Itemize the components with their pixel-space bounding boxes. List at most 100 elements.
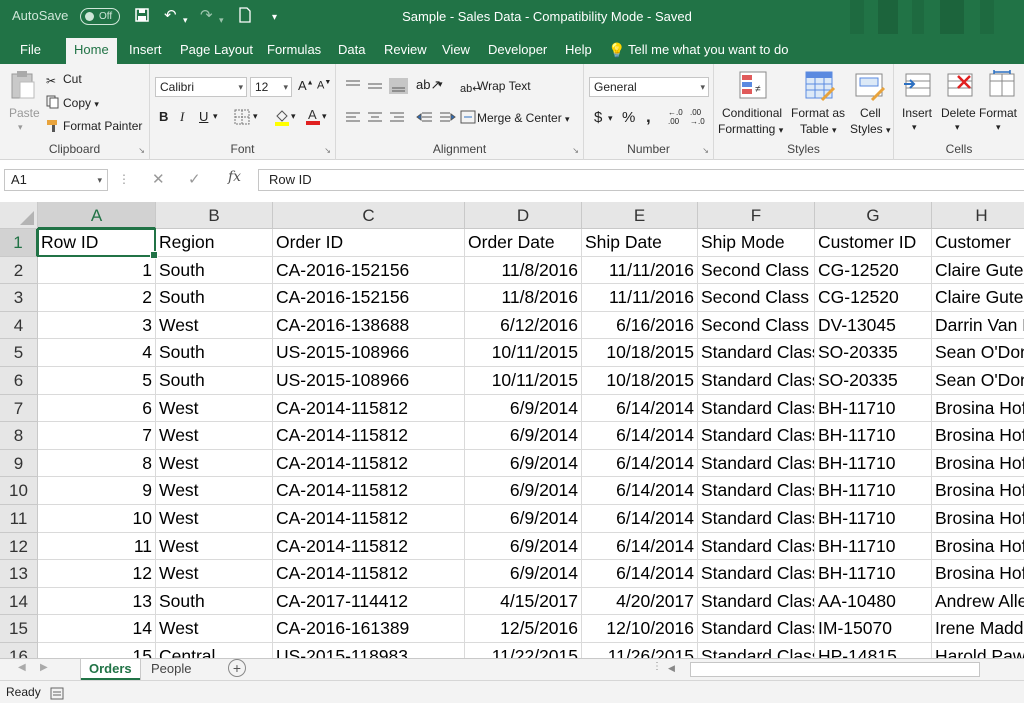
table-cell[interactable]: 10/18/2015 (582, 339, 698, 367)
header-cell[interactable]: Row ID (38, 229, 156, 257)
macro-record-icon[interactable] (50, 685, 64, 707)
table-cell[interactable]: 10/11/2015 (465, 339, 582, 367)
header-cell[interactable]: Customer (932, 229, 1024, 257)
table-cell[interactable]: BH-11710 (815, 532, 932, 561)
tab-help[interactable]: Help (565, 42, 592, 57)
table-cell[interactable]: 4/20/2017 (582, 587, 698, 616)
table-cell[interactable]: CA-2014-115812 (273, 477, 465, 505)
table-cell[interactable]: 6/9/2014 (465, 449, 582, 478)
table-cell[interactable]: 10/11/2015 (465, 367, 582, 395)
row-header[interactable]: 12 (0, 532, 38, 561)
table-cell[interactable]: SO-20335 (815, 367, 932, 395)
table-cell[interactable]: 6/9/2014 (465, 477, 582, 505)
name-box[interactable]: A1 (4, 169, 108, 191)
column-header-c[interactable]: C (273, 202, 465, 229)
format-cells-label[interactable]: Format (979, 106, 1017, 120)
decrease-font-icon[interactable]: A▼ (317, 79, 331, 92)
insert-dropdown-icon[interactable]: ▾ (912, 122, 917, 133)
tab-data[interactable]: Data (338, 42, 365, 57)
table-cell[interactable]: 6 (38, 394, 156, 423)
table-cell[interactable]: Standard Class (698, 587, 815, 616)
table-cell[interactable]: 12 (38, 560, 156, 588)
table-cell[interactable]: West (156, 449, 273, 478)
horizontal-scrollbar[interactable] (690, 662, 980, 677)
table-cell[interactable]: Sean O'Donnell (932, 367, 1024, 395)
scroll-left-icon[interactable]: ◀ (18, 662, 26, 673)
table-cell[interactable]: HP-14815 (815, 643, 932, 658)
table-cell[interactable]: Standard Class (698, 394, 815, 423)
table-cell[interactable]: West (156, 394, 273, 423)
enter-icon[interactable]: ✓ (188, 170, 201, 188)
row-header[interactable]: 15 (0, 615, 38, 643)
header-cell[interactable]: Region (156, 229, 273, 257)
table-cell[interactable]: 5 (38, 367, 156, 395)
header-cell[interactable]: Customer ID (815, 229, 932, 257)
font-name-select[interactable]: Calibri (155, 77, 247, 97)
percent-button[interactable]: % (622, 109, 635, 126)
fill-color-icon[interactable] (274, 108, 290, 129)
merge-dropdown-icon[interactable]: ▾ (565, 114, 570, 124)
cut-button[interactable]: ✂ Cut (46, 72, 82, 88)
currency-button[interactable]: $ (594, 109, 602, 126)
paste-label[interactable]: Paste (9, 106, 40, 120)
table-cell[interactable]: Brosina Hoffman (932, 395, 1024, 423)
table-cell[interactable]: BH-11710 (815, 394, 932, 423)
table-cell[interactable]: 11/11/2016 (582, 256, 698, 285)
table-cell[interactable]: 3 (38, 311, 156, 340)
cell-styles-icon[interactable] (854, 70, 886, 102)
dialog-launcher-icon[interactable]: ↘ (702, 146, 709, 155)
paste-dropdown-icon[interactable]: ▾ (18, 122, 23, 133)
copy-dropdown-icon[interactable]: ▾ (94, 99, 99, 109)
table-cell[interactable]: Second Class (698, 311, 815, 340)
fill-color-dropdown-icon[interactable]: ▾ (291, 111, 296, 122)
table-cell[interactable]: SO-20335 (815, 339, 932, 367)
table-cell[interactable]: Standard Class (698, 505, 815, 533)
table-cell[interactable]: Claire Gute (932, 284, 1024, 312)
column-header-h[interactable]: H (932, 202, 1024, 229)
increase-font-icon[interactable]: A▲ (298, 78, 314, 93)
table-cell[interactable]: Irene Maddox (932, 615, 1024, 643)
table-cell[interactable]: 6/14/2014 (582, 394, 698, 423)
table-cell[interactable]: 6/9/2014 (465, 394, 582, 423)
table-cell[interactable]: IM-15070 (815, 615, 932, 643)
format-painter-button[interactable]: Format Painter (46, 118, 142, 133)
table-cell[interactable]: CA-2014-115812 (273, 560, 465, 588)
underline-dropdown-icon[interactable]: ▾ (213, 111, 218, 122)
borders-icon[interactable] (234, 109, 250, 128)
table-cell[interactable]: Standard Class (698, 643, 815, 658)
conditional-formatting-icon[interactable]: ≠ (738, 70, 770, 100)
paste-icon[interactable] (8, 70, 40, 100)
column-header-g[interactable]: G (815, 202, 932, 229)
tab-insert[interactable]: Insert (129, 42, 162, 57)
table-cell[interactable]: 6/14/2014 (582, 449, 698, 478)
scroll-right-icon[interactable]: ▶ (40, 662, 48, 673)
table-cell[interactable]: 6/9/2014 (465, 532, 582, 561)
table-cell[interactable]: West (156, 477, 273, 505)
table-cell[interactable]: BH-11710 (815, 449, 932, 478)
table-cell[interactable]: CA-2014-115812 (273, 505, 465, 533)
tell-me-search[interactable]: Tell me what you want to do (628, 42, 788, 57)
dialog-launcher-icon[interactable]: ↘ (138, 146, 145, 155)
header-cell[interactable]: Order Date (465, 229, 582, 257)
table-cell[interactable]: BH-11710 (815, 477, 932, 505)
row-header[interactable]: 6 (0, 367, 38, 395)
table-cell[interactable]: 9 (38, 477, 156, 505)
row-header[interactable]: 4 (0, 311, 38, 340)
table-cell[interactable]: 6/9/2014 (465, 505, 582, 533)
table-cell[interactable]: 2 (38, 284, 156, 312)
row-header[interactable]: 8 (0, 422, 38, 450)
table-cell[interactable]: 4 (38, 339, 156, 367)
table-cell[interactable]: Brosina Hoffman (932, 560, 1024, 588)
table-cell[interactable]: 13 (38, 587, 156, 616)
indent-icons[interactable] (416, 110, 456, 126)
row-header[interactable]: 13 (0, 560, 38, 588)
delete-cells-icon[interactable] (944, 70, 976, 100)
currency-dropdown-icon[interactable]: ▾ (608, 113, 613, 124)
table-cell[interactable]: South (156, 339, 273, 367)
row-header[interactable]: 11 (0, 505, 38, 533)
header-cell[interactable]: Ship Mode (698, 229, 815, 257)
table-cell[interactable]: CA-2016-152156 (273, 284, 465, 312)
table-cell[interactable]: Standard Class (698, 339, 815, 367)
table-cell[interactable]: South (156, 256, 273, 285)
merge-center-button[interactable]: Merge & Center ▾ (460, 110, 570, 125)
